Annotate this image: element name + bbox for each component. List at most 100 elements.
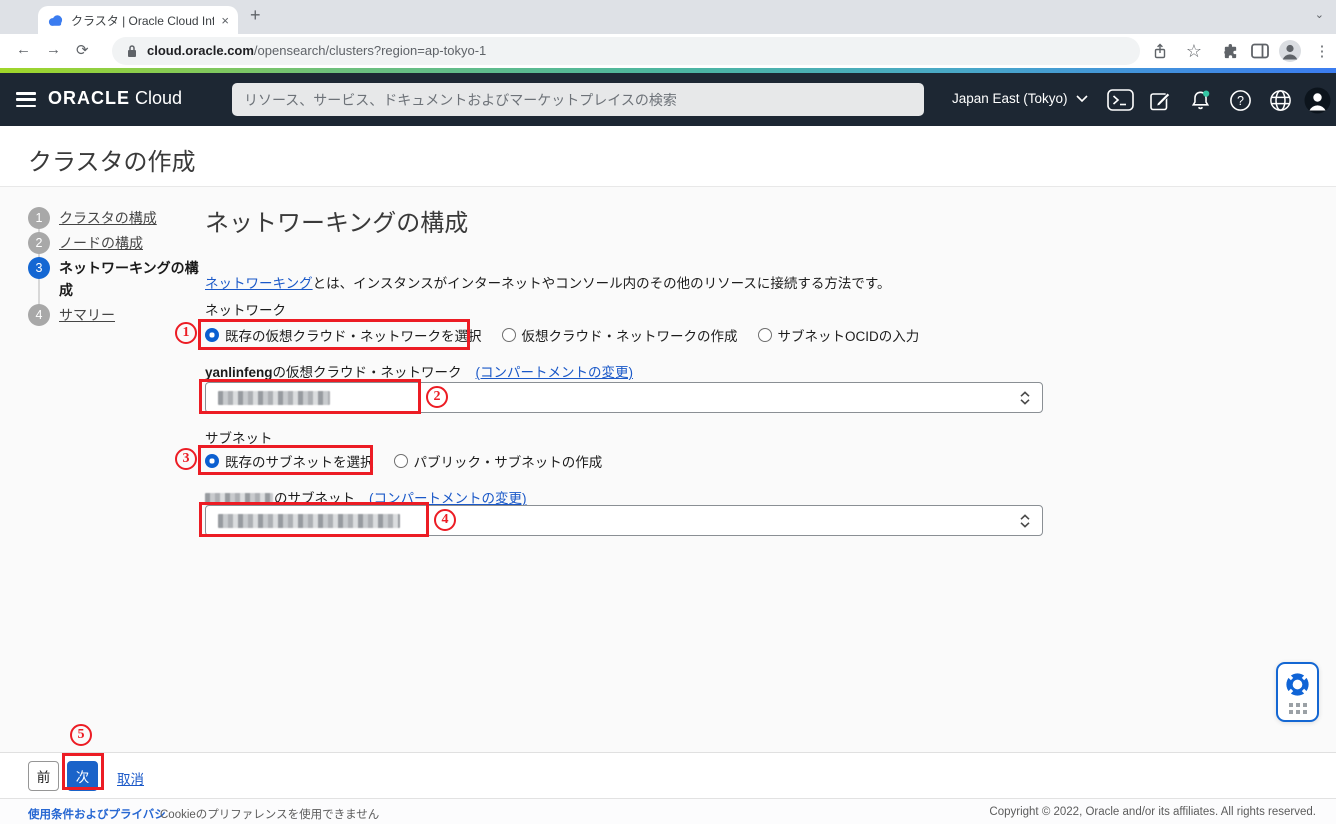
radio-label: サブネットOCIDの入力	[778, 325, 920, 345]
step-label[interactable]: クラスタの構成	[59, 207, 157, 229]
browser-profile-avatar[interactable]	[1278, 39, 1302, 63]
bookmark-star-icon[interactable]: ☆	[1182, 39, 1206, 63]
previous-button[interactable]: 前	[28, 761, 59, 791]
cloud-favicon-icon	[47, 14, 64, 27]
step-networking-config: 3 ネットワーキングの構成	[28, 257, 200, 301]
page-footer: 使用条件およびプライバシ Cookieのプリファレンスを使用できません Copy…	[0, 798, 1336, 824]
networking-doc-link[interactable]: ネットワーキング	[205, 276, 313, 291]
subnet-select[interactable]	[205, 505, 1043, 536]
terms-privacy-link[interactable]: 使用条件およびプライバシ	[28, 806, 166, 822]
select-chevrons-icon	[1019, 514, 1031, 533]
address-bar[interactable]: cloud.oracle.com/opensearch/clusters?reg…	[112, 37, 1140, 65]
tab-title: クラスタ | Oracle Cloud Infrastru	[71, 12, 214, 29]
step-number: 2	[28, 232, 50, 254]
oracle-cloud-logo[interactable]: ORACLECloud	[48, 88, 182, 109]
url-text: cloud.oracle.com/opensearch/clusters?reg…	[147, 42, 486, 60]
network-radio-group: 既存の仮想クラウド・ネットワークを選択 仮想クラウド・ネットワークの作成 サブネ…	[205, 322, 919, 348]
lifebuoy-icon	[1283, 670, 1312, 699]
browser-tab-strip: クラスタ | Oracle Cloud Infrastru × + ⌄	[0, 0, 1336, 34]
radio-enter-subnet-ocid[interactable]: サブネットOCIDの入力	[758, 325, 920, 345]
change-compartment-link[interactable]: (コンパートメントの変更)	[476, 365, 634, 380]
browser-menu-icon[interactable]: ⋮	[1310, 39, 1334, 63]
intro-rest: とは、インスタンスがインターネットやコンソール内のその他のリソースに接続する方法…	[313, 276, 891, 291]
url-host: cloud.oracle.com	[147, 43, 254, 58]
vcn-label-rest: の仮想クラウド・ネットワーク	[273, 365, 462, 380]
cloud-shell-icon[interactable]	[1106, 86, 1134, 114]
network-group-label: ネットワーク	[205, 299, 286, 319]
change-compartment-link[interactable]: (コンパートメントの変更)	[369, 491, 527, 506]
language-globe-icon[interactable]	[1266, 86, 1294, 114]
region-selector[interactable]: Japan East (Tokyo)	[952, 91, 1088, 106]
back-icon[interactable]: ←	[16, 41, 31, 58]
step-node-config[interactable]: 2 ノードの構成	[28, 232, 200, 254]
global-search-input[interactable]	[232, 83, 924, 116]
drag-handle-dots-icon	[1289, 703, 1307, 714]
svg-text:?: ?	[1237, 93, 1244, 107]
new-tab-button[interactable]: +	[250, 5, 261, 26]
copyright-text: Copyright © 2022, Oracle and/or its affi…	[989, 806, 1316, 818]
radio-label: パブリック・サブネットの作成	[414, 451, 603, 471]
subnet-select-value-redacted	[218, 514, 400, 528]
share-icon[interactable]	[1148, 39, 1172, 63]
subnet-radio-group: 既存のサブネットを選択 パブリック・サブネットの作成	[205, 448, 602, 474]
tab-close-icon[interactable]: ×	[221, 13, 229, 28]
url-path: /opensearch/clusters?region=ap-tokyo-1	[254, 43, 486, 58]
step-cluster-config[interactable]: 1 クラスタの構成	[28, 207, 200, 229]
notifications-bell-icon[interactable]	[1186, 86, 1214, 114]
step-label[interactable]: ノードの構成	[59, 232, 143, 254]
subnet-select-label: のサブネット (コンパートメントの変更)	[205, 487, 527, 507]
extensions-puzzle-icon[interactable]	[1218, 39, 1242, 63]
user-avatar[interactable]	[1303, 86, 1331, 114]
wizard-content: 1 クラスタの構成 2 ノードの構成 3 ネットワーキングの構成 4 サマリー …	[0, 187, 1336, 752]
compartment-name-redacted	[205, 493, 273, 505]
intro-text: ネットワーキングとは、インスタンスがインターネットやコンソール内のその他のリソー…	[205, 272, 891, 292]
select-chevrons-icon	[1019, 391, 1031, 410]
radio-create-vcn[interactable]: 仮想クラウド・ネットワークの作成	[502, 325, 738, 345]
cancel-link[interactable]: 取消	[117, 768, 144, 788]
brand-cloud: Cloud	[135, 88, 182, 108]
vcn-select-value-redacted	[218, 391, 330, 405]
next-button[interactable]: 次	[67, 761, 98, 791]
radio-icon[interactable]	[758, 328, 772, 342]
browser-url-bar: ← → ⟳ cloud.oracle.com/opensearch/cluste…	[0, 34, 1336, 68]
region-label: Japan East (Tokyo)	[952, 91, 1068, 106]
step-label: ネットワーキングの構成	[59, 257, 200, 301]
lock-icon	[126, 44, 138, 58]
help-question-icon[interactable]: ?	[1226, 86, 1254, 114]
step-summary[interactable]: 4 サマリー	[28, 304, 200, 326]
brand-oracle: ORACLE	[48, 88, 130, 108]
side-panel-icon[interactable]	[1248, 39, 1272, 63]
announcements-edit-icon[interactable]	[1146, 86, 1174, 114]
vcn-select-label: yanlinfengの仮想クラウド・ネットワーク(コンパートメントの変更)	[205, 361, 633, 381]
hamburger-menu-icon[interactable]	[16, 92, 36, 107]
radio-icon[interactable]	[205, 454, 219, 468]
support-help-widget[interactable]	[1276, 662, 1319, 722]
browser-window: クラスタ | Oracle Cloud Infrastru × + ⌄ ← → …	[0, 0, 1336, 824]
chevron-down-icon	[1076, 95, 1088, 103]
forward-icon[interactable]: →	[46, 41, 61, 58]
radio-label: 既存の仮想クラウド・ネットワークを選択	[225, 325, 482, 345]
page-title: クラスタの作成	[28, 142, 196, 177]
radio-icon[interactable]	[205, 328, 219, 342]
radio-icon[interactable]	[502, 328, 516, 342]
radio-label: 仮想クラウド・ネットワークの作成	[522, 325, 738, 345]
tab-strip-chevron-icon[interactable]: ⌄	[1315, 8, 1324, 21]
section-heading: ネットワーキングの構成	[205, 203, 468, 238]
radio-icon[interactable]	[394, 454, 408, 468]
refresh-icon[interactable]: ⟳	[76, 41, 89, 59]
radio-label: 既存のサブネットを選択	[225, 451, 374, 471]
radio-select-existing-vcn[interactable]: 既存の仮想クラウド・ネットワークを選択	[205, 325, 482, 345]
radio-create-public-subnet[interactable]: パブリック・サブネットの作成	[394, 451, 603, 471]
subnet-label-rest: のサブネット	[274, 491, 355, 506]
step-number: 3	[28, 257, 50, 279]
wizard-stepper: 1 クラスタの構成 2 ノードの構成 3 ネットワーキングの構成 4 サマリー	[28, 207, 200, 329]
wizard-action-bar: 前 次 取消	[0, 752, 1336, 798]
page-title-bar: クラスタの作成	[0, 126, 1336, 187]
browser-tab[interactable]: クラスタ | Oracle Cloud Infrastru ×	[38, 6, 238, 34]
vcn-select[interactable]	[205, 382, 1043, 413]
cookie-preferences-text: Cookieのプリファレンスを使用できません	[160, 806, 379, 822]
subnet-group-label: サブネット	[205, 427, 273, 447]
step-label[interactable]: サマリー	[59, 304, 115, 326]
step-number: 1	[28, 207, 50, 229]
radio-select-existing-subnet[interactable]: 既存のサブネットを選択	[205, 451, 374, 471]
